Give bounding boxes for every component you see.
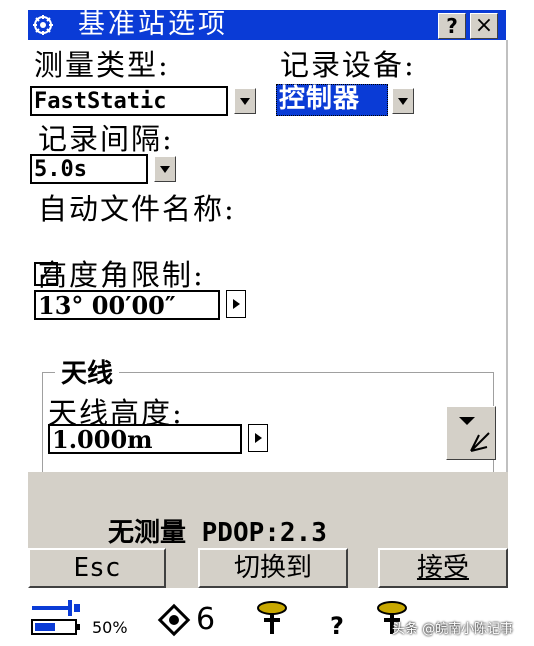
antenna-height-arrow-icon[interactable]	[248, 424, 268, 452]
scroll-down-button[interactable]	[446, 406, 496, 460]
elevation-mask-arrow-icon[interactable]	[226, 290, 246, 318]
battery-icon[interactable]	[30, 598, 92, 638]
close-button[interactable]: ×	[470, 13, 498, 39]
record-device-label: 记录设备:	[280, 48, 416, 82]
survey-type-label: 测量类型:	[34, 48, 170, 82]
esc-button[interactable]: Esc	[28, 548, 166, 588]
elevation-mask-field[interactable]: 13° 00′00″	[34, 290, 220, 320]
record-device-dropdown-arrow-icon[interactable]	[392, 88, 414, 114]
survey-status-text: 无测量 PDOP:2.3	[108, 518, 327, 548]
satellite-count: 6	[196, 602, 216, 637]
record-device-dropdown[interactable]: 控制器	[276, 84, 388, 116]
antenna-height-field[interactable]: 1.000m	[48, 424, 242, 454]
switch-to-button[interactable]: 切换到	[198, 548, 348, 588]
accept-button[interactable]: 接受	[378, 548, 508, 588]
satellite-icon[interactable]	[156, 602, 192, 638]
record-interval-label: 记录间隔:	[38, 122, 174, 156]
survey-type-dropdown[interactable]: FastStatic	[30, 86, 228, 116]
record-interval-dropdown[interactable]: 5.0s	[30, 154, 148, 184]
bottom-panel: 无测量 PDOP:2.3 Esc 切换到 接受	[28, 472, 508, 588]
record-interval-dropdown-arrow-icon[interactable]	[154, 156, 176, 182]
window-title: 基准站选项	[78, 9, 228, 40]
status-bar: 50% 6 ?	[28, 588, 508, 646]
title-bar: 基准站选项 ? ×	[28, 10, 506, 40]
survey-type-dropdown-arrow-icon[interactable]	[234, 88, 256, 114]
scroll-down-icon	[459, 417, 490, 452]
accept-button-label: 接受	[416, 553, 469, 583]
watermark-text: 头条 @皖南小陈记事	[392, 622, 514, 637]
help-button[interactable]: ?	[438, 13, 466, 39]
battery-percent: 50%	[92, 618, 128, 637]
app-gear-icon	[33, 15, 53, 35]
form-panel: 测量类型: 记录设备: FastStatic 控制器 记录间隔: 5.0s 自动…	[28, 40, 508, 473]
elevation-mask-label: 高度角限制:	[38, 258, 205, 292]
radio-status-unknown: ?	[330, 612, 344, 640]
auto-filename-label: 自动文件名称:	[38, 192, 236, 226]
rover-receiver-icon[interactable]	[252, 598, 292, 638]
antenna-group-title: 天线	[55, 353, 120, 390]
